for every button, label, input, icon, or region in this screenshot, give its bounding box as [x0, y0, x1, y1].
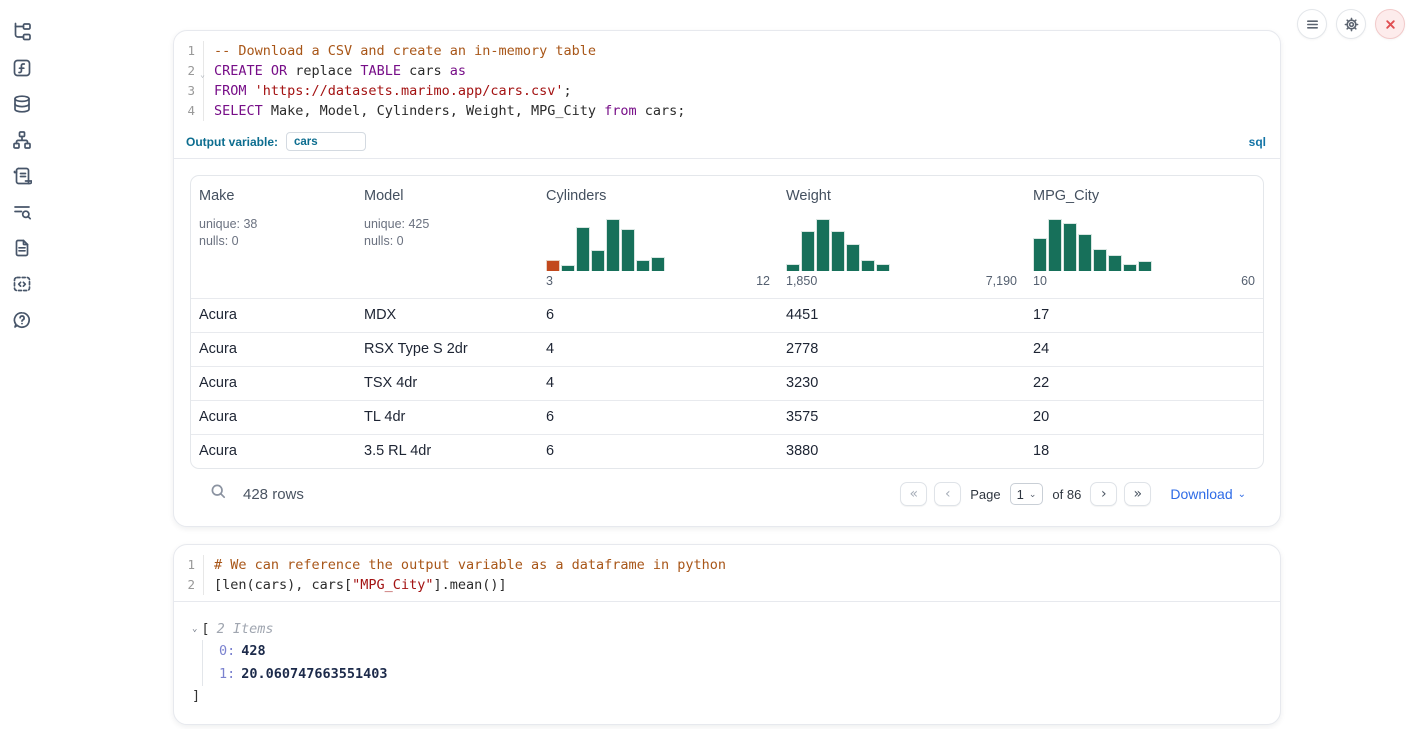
close-icon [1383, 17, 1398, 32]
column-stats: unique: 425nulls: 0 [364, 216, 530, 250]
sql-output: Make unique: 38nulls: 0 Model unique: 42… [174, 159, 1280, 526]
line-number: 4 [174, 101, 204, 121]
tree-root[interactable]: ⌄ [ 2 Items [192, 618, 1258, 640]
items-count: 2 Items [217, 618, 274, 640]
histogram-bars [1033, 217, 1255, 271]
prev-page-button[interactable]: ‹ [934, 482, 961, 506]
sql-editor[interactable]: 1 -- Download a CSV and create an in-mem… [174, 31, 1280, 127]
chevron-down-icon: ⌄ [1238, 489, 1246, 500]
table-footer: 428 rows « ‹ Page 1 ⌄ of 86 › » Down [190, 469, 1264, 510]
shutdown-button[interactable] [1375, 9, 1405, 39]
line-number: 2 [174, 575, 204, 595]
python-output-tree: ⌄ [ 2 Items 0:428 1:20.060747663551403 ] [174, 602, 1280, 724]
first-page-button[interactable]: « [900, 482, 927, 506]
tree-entries: 0:428 1:20.060747663551403 [202, 640, 1258, 686]
search-icon[interactable] [210, 483, 227, 505]
histogram-axis: 312 [546, 274, 770, 288]
database-icon[interactable] [12, 94, 32, 114]
sql-comment: -- Download a CSV and create an in-memor… [214, 43, 596, 59]
code-line: 1 -- Download a CSV and create an in-mem… [174, 41, 1280, 61]
next-page-button[interactable]: › [1090, 482, 1117, 506]
histogram-bars [546, 217, 770, 271]
notebook-cells: 1 -- Download a CSV and create an in-mem… [173, 30, 1281, 725]
table-row[interactable]: Acura TSX 4dr 4 3230 22 [191, 366, 1263, 400]
column-header-weight[interactable]: Weight 1,8507,190 [778, 176, 1025, 298]
collapse-chevron-icon[interactable]: ⌄ [192, 618, 197, 640]
line-number: 1 [174, 41, 204, 61]
column-stats: unique: 38nulls: 0 [199, 216, 348, 250]
tree-close-bracket: ] [192, 686, 1258, 706]
histogram-axis: 1,8507,190 [786, 274, 1017, 288]
cylinders-histogram: 312 [546, 217, 770, 288]
line-number: 3 [174, 81, 204, 101]
hamburger-icon [1305, 17, 1320, 32]
top-actions [1297, 9, 1405, 39]
python-comment: # We can reference the output variable a… [214, 557, 726, 573]
tree-entry: 1:20.060747663551403 [219, 663, 1258, 686]
page-total: of 86 [1052, 487, 1081, 502]
page-label: Page [970, 487, 1000, 502]
column-header-model[interactable]: Model unique: 425nulls: 0 [356, 176, 538, 298]
code-line: 2 [len(cars), cars["MPG_City"].mean()] [174, 575, 1280, 595]
page-select[interactable]: 1 ⌄ [1010, 483, 1044, 505]
table-row[interactable]: Acura RSX Type S 2dr 4 2778 24 [191, 332, 1263, 366]
menu-button[interactable] [1297, 9, 1327, 39]
logs-search-icon[interactable] [12, 202, 32, 222]
download-button[interactable]: Download ⌄ [1170, 486, 1246, 502]
weight-histogram: 1,8507,190 [786, 217, 1017, 288]
python-cell: 1 # We can reference the output variable… [173, 544, 1281, 725]
file-tree-icon[interactable] [12, 22, 32, 42]
dependency-graph-icon[interactable] [12, 130, 32, 150]
data-table: Make unique: 38nulls: 0 Model unique: 42… [190, 175, 1264, 469]
language-badge: sql [1249, 135, 1266, 149]
python-editor[interactable]: 1 # We can reference the output variable… [174, 545, 1280, 601]
mpg-city-histogram: 1060 [1033, 217, 1255, 288]
table-row[interactable]: Acura 3.5 RL 4dr 6 3880 18 [191, 434, 1263, 468]
table-row[interactable]: Acura TL 4dr 6 3575 20 [191, 400, 1263, 434]
sql-cell: 1 -- Download a CSV and create an in-mem… [173, 30, 1281, 527]
histogram-axis: 1060 [1033, 274, 1255, 288]
code-line: 2⌄ CREATE OR replace TABLE cars as [174, 61, 1280, 81]
settings-button[interactable] [1336, 9, 1366, 39]
row-count: 428 rows [243, 486, 304, 503]
table-header-row: Make unique: 38nulls: 0 Model unique: 42… [191, 176, 1263, 298]
chevron-down-icon: ⌄ [1029, 489, 1037, 500]
column-header-cylinders[interactable]: Cylinders 312 [538, 176, 778, 298]
code-line: 4 SELECT Make, Model, Cylinders, Weight,… [174, 101, 1280, 121]
gear-icon [1344, 17, 1359, 32]
scratchpad-scroll-icon[interactable] [12, 166, 32, 186]
left-sidebar [0, 0, 44, 729]
documentation-icon[interactable] [12, 238, 32, 258]
line-number: 1 [174, 555, 204, 575]
function-square-icon[interactable] [12, 58, 32, 78]
marimo-notebook: 1 -- Download a CSV and create an in-mem… [0, 0, 1408, 729]
column-header-mpg-city[interactable]: MPG_City 1060 [1025, 176, 1263, 298]
help-icon[interactable] [12, 310, 32, 330]
snippets-code-icon[interactable] [12, 274, 32, 294]
code-line: 1 # We can reference the output variable… [174, 555, 1280, 575]
output-variable-input[interactable] [286, 132, 366, 151]
last-page-button[interactable]: » [1124, 482, 1151, 506]
column-header-make[interactable]: Make unique: 38nulls: 0 [191, 176, 356, 298]
tree-entry: 0:428 [219, 640, 1258, 663]
histogram-bars [786, 217, 1017, 271]
output-variable-bar: Output variable: sql [174, 127, 1280, 158]
line-number: 2⌄ [174, 61, 204, 81]
code-line: 3 FROM 'https://datasets.marimo.app/cars… [174, 81, 1280, 101]
table-row[interactable]: Acura MDX 6 4451 17 [191, 298, 1263, 332]
output-variable-label: Output variable: [186, 135, 278, 149]
pagination: « ‹ Page 1 ⌄ of 86 › » Download ⌄ [900, 482, 1246, 506]
